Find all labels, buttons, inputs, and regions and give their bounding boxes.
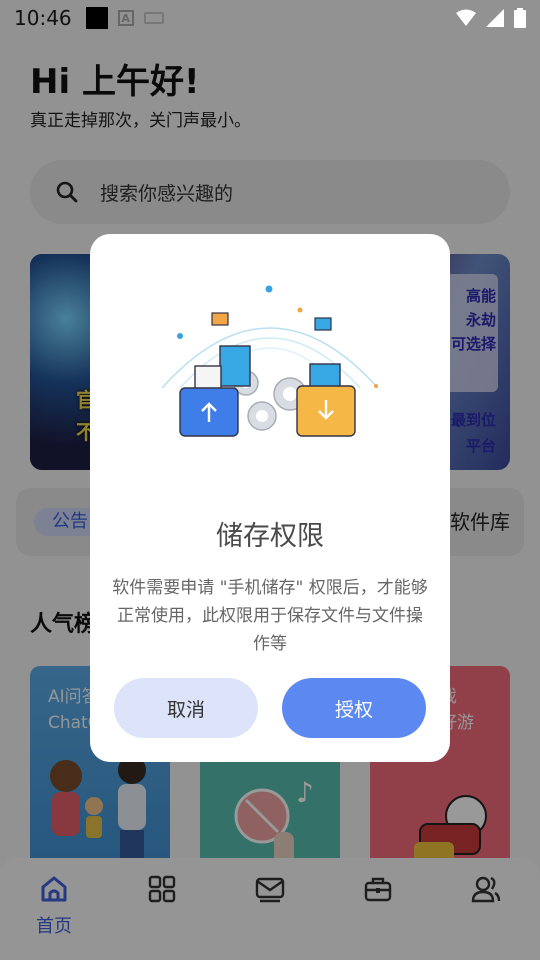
storage-permission-dialog: 储存权限 软件需要申请 "手机储存" 权限后，才能够正常使用，此权限用于保存文件…	[90, 234, 450, 762]
file-storage-illustration	[161, 285, 379, 437]
status-notification-icons: A	[85, 7, 164, 29]
dialog-message: 软件需要申请 "手机储存" 权限后，才能够正常使用，此权限用于保存文件与文件操作…	[112, 578, 428, 654]
battery-icon	[514, 8, 526, 28]
status-right-icons	[456, 8, 526, 28]
signal-icon	[486, 9, 504, 27]
status-bar: 10:46 A	[0, 0, 540, 36]
keyboard-a-icon: A	[117, 10, 134, 26]
cancel-button[interactable]: 取消	[114, 678, 258, 738]
keyboard-icon	[143, 12, 164, 24]
app-notification-icon	[85, 7, 108, 29]
grant-button[interactable]: 授权	[282, 678, 426, 738]
status-time: 10:46	[14, 6, 72, 30]
wifi-icon	[456, 9, 476, 26]
dialog-title: 储存权限	[216, 521, 324, 552]
